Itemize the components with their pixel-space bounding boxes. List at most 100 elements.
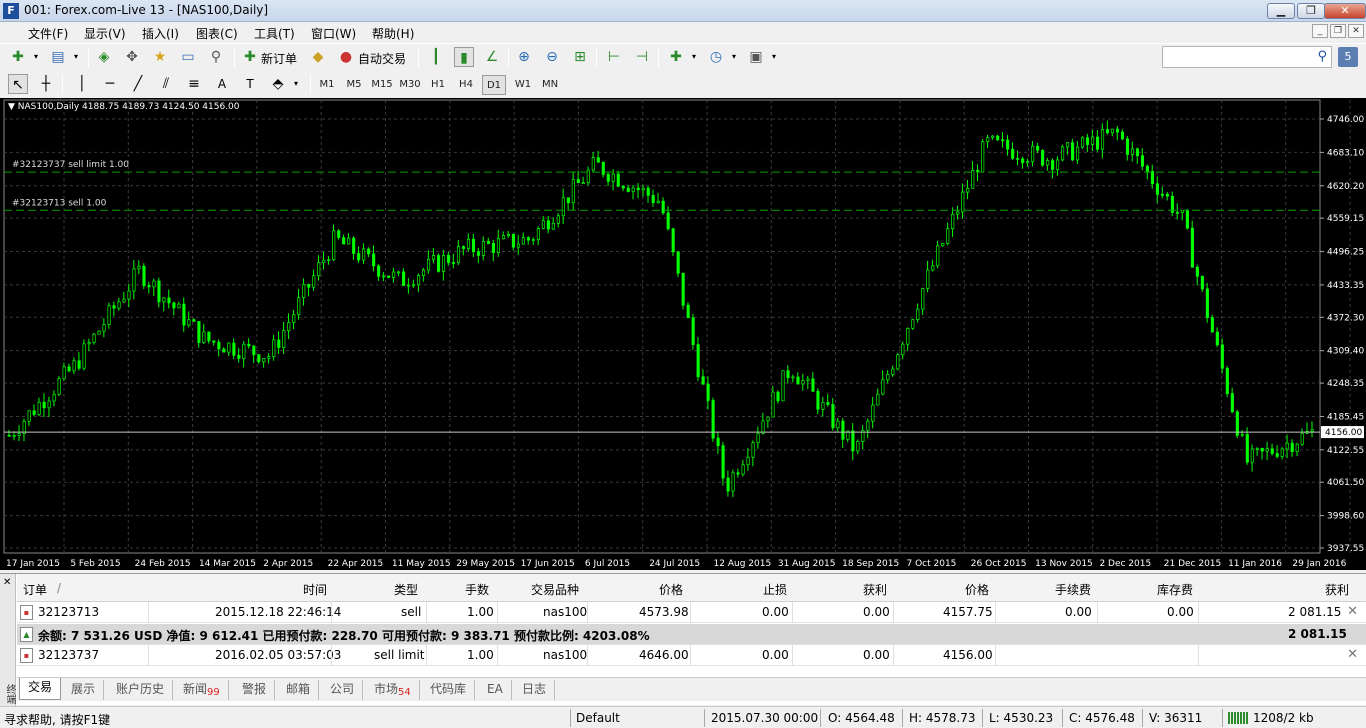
col-price[interactable]: 价格 xyxy=(659,581,683,598)
bar-chart-icon[interactable]: ┃ xyxy=(426,47,446,67)
tab-journal[interactable]: 日志 xyxy=(514,680,556,700)
table-row[interactable]: ▪ 32123713 2015.12.18 22:46:14 sell 1.00… xyxy=(17,602,1366,623)
restore-button[interactable]: ❐ xyxy=(1297,3,1325,19)
close-terminal-icon[interactable]: ✕ xyxy=(3,577,11,588)
close-button[interactable]: ✕ xyxy=(1324,3,1366,19)
candle-body xyxy=(441,255,446,272)
menu-insert[interactable]: 插入(I) xyxy=(142,25,179,42)
tab-account-history[interactable]: 账户历史 xyxy=(108,680,174,700)
chart-shift-icon[interactable]: ⊣ xyxy=(632,47,652,67)
search-icon[interactable]: ⚲ xyxy=(1317,49,1327,64)
dropdown-arrow-icon[interactable]: ▾ xyxy=(684,47,704,67)
col-order[interactable]: 订单 xyxy=(23,581,47,598)
tab-exposure[interactable]: 展示 xyxy=(63,680,105,700)
minimize-button[interactable]: ▁ xyxy=(1267,3,1295,19)
col-swap[interactable]: 库存费 xyxy=(1157,581,1193,598)
mdi-restore-icon[interactable]: ❐ xyxy=(1330,24,1346,38)
zoom-out-icon[interactable]: ⊖ xyxy=(542,47,562,67)
timeframe-m30[interactable]: M30 xyxy=(397,75,423,95)
dropdown-arrow-icon[interactable]: ▾ xyxy=(26,47,46,67)
auto-trading-icon[interactable]: ● xyxy=(336,47,356,67)
col-type[interactable]: 类型 xyxy=(394,581,418,598)
table-row[interactable]: ▪ 32123737 2016.02.05 03:57:03 sell limi… xyxy=(17,645,1366,666)
cursor-icon[interactable]: ↖ xyxy=(8,74,28,94)
tab-code-base[interactable]: 代码库 xyxy=(422,680,476,700)
delete-order-icon[interactable]: ✕ xyxy=(1347,647,1358,662)
col-current-price[interactable]: 价格 xyxy=(965,581,989,598)
timeframe-h4[interactable]: H4 xyxy=(455,75,477,95)
col-time[interactable]: 时间 xyxy=(303,581,327,598)
new-order-icon[interactable]: ✚ xyxy=(240,47,260,67)
menu-file[interactable]: 文件(F) xyxy=(28,25,68,42)
candlestick-chart-icon[interactable]: ▮ xyxy=(454,47,474,67)
sort-icon[interactable]: / xyxy=(57,581,61,595)
chart-canvas[interactable]: 4746.00 4683.10 4620.20 4559.15 4496.25 4433.… xyxy=(0,98,1366,570)
menu-help[interactable]: 帮助(H) xyxy=(372,25,414,42)
data-window-icon[interactable]: ✥ xyxy=(122,47,142,67)
tab-market[interactable]: 市场54 xyxy=(366,680,420,700)
arrows-icon[interactable]: ⬘ xyxy=(268,74,288,94)
menu-view[interactable]: 显示(V) xyxy=(84,25,126,42)
x-axis-label: 31 Aug 2015 xyxy=(778,559,836,569)
navigator-icon[interactable]: ★ xyxy=(150,47,170,67)
timeframe-m15[interactable]: M15 xyxy=(369,75,395,95)
close-order-icon[interactable]: ✕ xyxy=(1347,604,1358,619)
templates-icon[interactable]: ▣ xyxy=(746,47,766,67)
mdi-minimize-icon[interactable]: _ xyxy=(1312,24,1328,38)
tab-trade[interactable]: 交易 xyxy=(19,678,62,700)
search-input[interactable]: ⚲ xyxy=(1162,46,1332,68)
price-chart[interactable]: 4746.00 4683.10 4620.20 4559.15 4496.25 4433.… xyxy=(0,98,1366,570)
trendline-icon[interactable]: ╱ xyxy=(128,74,148,94)
metaeditor-icon[interactable]: ◆ xyxy=(308,47,328,67)
timeframe-h1[interactable]: H1 xyxy=(427,75,449,95)
candle-body xyxy=(841,420,845,440)
auto-scroll-icon[interactable]: ⊢ xyxy=(604,47,624,67)
tab-experts[interactable]: EA xyxy=(479,680,512,700)
menu-window[interactable]: 窗口(W) xyxy=(311,25,356,42)
periods-clock-icon[interactable]: ◷ xyxy=(706,47,726,67)
menu-tools[interactable]: 工具(T) xyxy=(254,25,295,42)
col-lots[interactable]: 手数 xyxy=(465,581,489,598)
strategy-tester-icon[interactable]: ⚲ xyxy=(206,47,226,67)
timeframe-mn[interactable]: MN xyxy=(538,75,562,95)
tab-company[interactable]: 公司 xyxy=(322,680,364,700)
menu-charts[interactable]: 图表(C) xyxy=(196,25,238,42)
auto-trading-button[interactable]: 自动交易 xyxy=(358,50,406,67)
terminal-icon[interactable]: ▭ xyxy=(178,47,198,67)
dropdown-arrow-icon[interactable]: ▾ xyxy=(764,47,784,67)
equidistant-channel-icon[interactable]: ⫽ xyxy=(156,74,176,94)
col-symbol[interactable]: 交易品种 xyxy=(531,581,579,598)
fibonacci-icon[interactable]: ≡ xyxy=(184,74,204,94)
candle-body xyxy=(941,243,945,247)
crosshair-icon[interactable]: ┼ xyxy=(36,74,56,94)
col-takeprofit[interactable]: 获利 xyxy=(863,581,887,598)
text-icon[interactable]: A xyxy=(212,74,232,94)
col-stoploss[interactable]: 止损 xyxy=(763,581,787,598)
timeframe-m5[interactable]: M5 xyxy=(343,75,365,95)
dropdown-arrow-icon[interactable]: ▾ xyxy=(66,47,86,67)
tile-windows-icon[interactable]: ⊞ xyxy=(570,47,590,67)
col-profit[interactable]: 获利 xyxy=(1325,581,1349,598)
candle-body xyxy=(596,157,600,163)
col-commission[interactable]: 手续费 xyxy=(1055,581,1091,598)
vertical-line-icon[interactable]: │ xyxy=(72,74,92,94)
dropdown-arrow-icon[interactable]: ▾ xyxy=(286,74,306,94)
timeframe-d1[interactable]: D1 xyxy=(482,75,506,95)
timeframe-m1[interactable]: M1 xyxy=(316,75,338,95)
horizontal-line-icon[interactable]: ─ xyxy=(100,74,120,94)
text-label-icon[interactable]: T xyxy=(240,74,260,94)
zoom-in-icon[interactable]: ⊕ xyxy=(514,47,534,67)
tab-news[interactable]: 新闻99 xyxy=(175,680,229,700)
line-chart-icon[interactable]: ∠ xyxy=(482,47,502,67)
tab-alerts[interactable]: 警报 xyxy=(234,680,276,700)
mdi-close-icon[interactable]: ✕ xyxy=(1348,24,1364,38)
profiles-icon[interactable]: ▤ xyxy=(48,47,68,67)
market-watch-icon[interactable]: ◈ xyxy=(94,47,114,67)
tab-mailbox[interactable]: 邮箱 xyxy=(278,680,320,700)
indicators-icon[interactable]: ✚ xyxy=(666,47,686,67)
timeframe-w1[interactable]: W1 xyxy=(511,75,535,95)
new-chart-icon[interactable]: ✚ xyxy=(8,47,28,67)
notifications-icon[interactable]: 5 xyxy=(1338,47,1358,67)
dropdown-arrow-icon[interactable]: ▾ xyxy=(724,47,744,67)
new-order-button[interactable]: 新订单 xyxy=(261,50,297,67)
